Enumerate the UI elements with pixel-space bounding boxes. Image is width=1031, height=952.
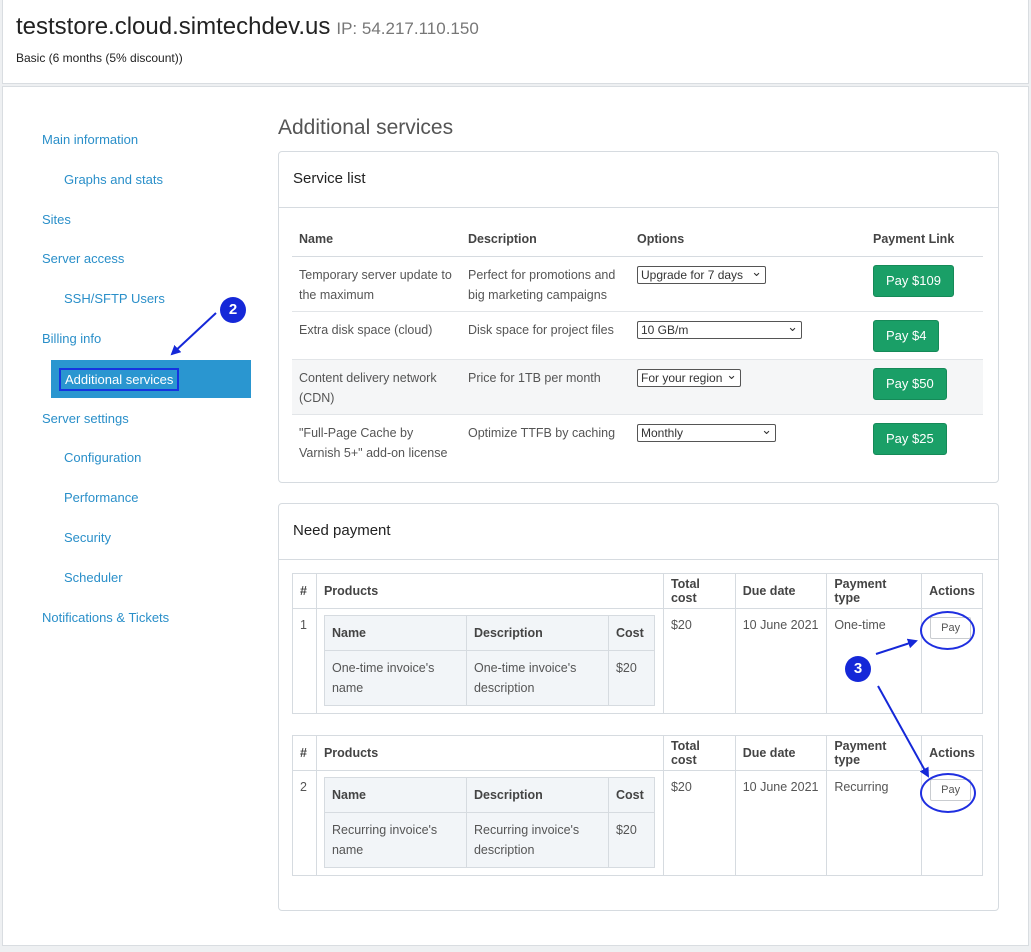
arrow-to-additional-services xyxy=(170,312,217,356)
annotation-arrows xyxy=(170,312,929,778)
arrow-to-pay-2 xyxy=(877,685,929,778)
arrow-to-pay-1 xyxy=(875,638,918,655)
step-marker-3: 3 xyxy=(845,656,871,682)
step-marker-2: 2 xyxy=(220,297,246,323)
